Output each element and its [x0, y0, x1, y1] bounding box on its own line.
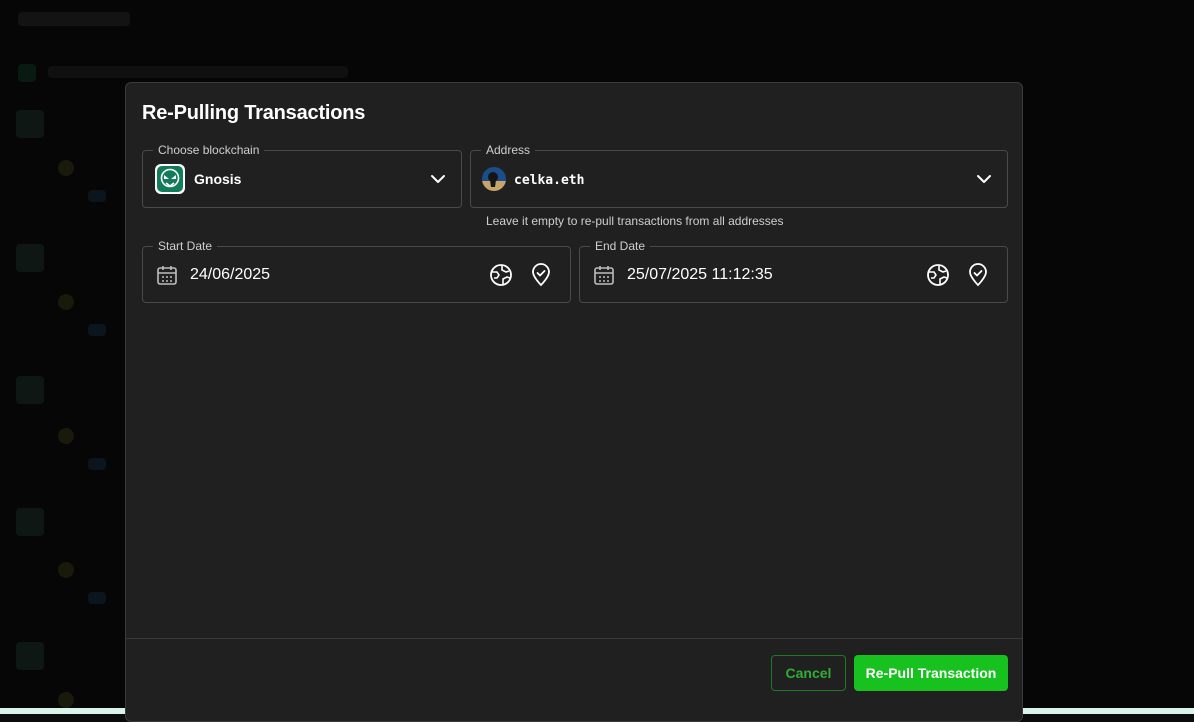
location-check-icon[interactable] [966, 263, 990, 287]
chevron-down-icon[interactable] [428, 169, 448, 189]
end-date-value: 25/07/2025 11:12:35 [627, 266, 773, 283]
start-date-field[interactable]: Start Date 24/06/2025 [142, 239, 571, 303]
repull-dialog: Re-Pulling Transactions Choose blockchai… [125, 82, 1023, 722]
calendar-icon[interactable] [156, 264, 178, 286]
calendar-icon[interactable] [593, 264, 615, 286]
gnosis-owl-icon [155, 164, 185, 194]
start-date-value: 24/06/2025 [190, 266, 271, 283]
address-helper-text: Leave it empty to re-pull transactions f… [486, 214, 784, 228]
blockchain-value: Gnosis [194, 171, 242, 187]
chevron-down-icon[interactable] [974, 169, 994, 189]
dialog-title: Re-Pulling Transactions [142, 102, 366, 124]
blockchain-select[interactable]: Choose blockchain Gnosis [142, 143, 462, 208]
address-select[interactable]: Address celka.eth [470, 143, 1008, 208]
globe-timezone-icon[interactable] [489, 263, 513, 287]
end-date-legend: End Date [590, 239, 651, 253]
location-check-icon[interactable] [529, 263, 553, 287]
address-legend: Address [481, 143, 536, 157]
globe-timezone-icon[interactable] [926, 263, 950, 287]
cancel-button[interactable]: Cancel [771, 655, 846, 691]
blockchain-legend: Choose blockchain [153, 143, 265, 157]
start-date-legend: Start Date [153, 239, 218, 253]
end-date-field[interactable]: End Date 25/07/2025 11:12:35 [579, 239, 1008, 303]
repull-transaction-button[interactable]: Re-Pull Transaction [854, 655, 1008, 691]
avatar [482, 167, 506, 191]
footer-divider [126, 638, 1022, 639]
address-value: celka.eth [514, 173, 585, 188]
